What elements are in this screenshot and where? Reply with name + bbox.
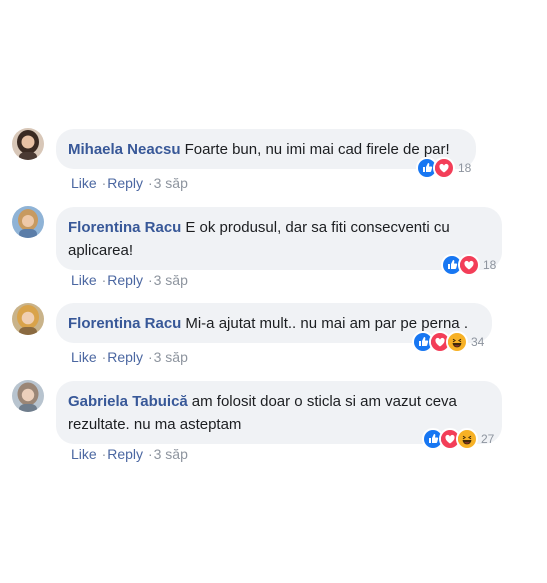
comment-text: Foarte bun, nu imi mai cad firele de par… xyxy=(184,141,450,158)
timestamp[interactable]: 3 săp xyxy=(154,175,188,191)
comment-bubble: Florentina Racu E ok produsul, dar sa fit… xyxy=(56,207,502,270)
comment-actions: Like ·Reply ·3 săp xyxy=(71,446,188,462)
haha-icon xyxy=(456,428,478,450)
reaction-count: 34 xyxy=(471,335,485,349)
comment-bubble: Mihaela Neacsu Foarte bun, nu imi mai cad… xyxy=(56,129,476,169)
comment-actions: Like ·Reply ·3 săp xyxy=(71,349,188,365)
reaction-summary[interactable]: 18 xyxy=(441,254,497,276)
reply-button[interactable]: Reply xyxy=(107,272,143,288)
love-icon xyxy=(458,254,480,276)
reply-button[interactable]: Reply xyxy=(107,446,143,462)
haha-icon xyxy=(446,331,468,353)
like-button[interactable]: Like xyxy=(71,175,97,191)
love-icon xyxy=(433,157,455,179)
comment-actions: Like ·Reply ·3 săp xyxy=(71,272,188,288)
comment-author[interactable]: Florentina Racu xyxy=(68,219,181,236)
timestamp[interactable]: 3 săp xyxy=(154,272,188,288)
like-button[interactable]: Like xyxy=(71,349,97,365)
reaction-count: 18 xyxy=(483,258,497,272)
reply-button[interactable]: Reply xyxy=(107,349,143,365)
comment-author[interactable]: Mihaela Neacsu xyxy=(68,141,181,158)
timestamp[interactable]: 3 săp xyxy=(154,349,188,365)
reply-button[interactable]: Reply xyxy=(107,175,143,191)
avatar[interactable] xyxy=(12,128,44,160)
avatar[interactable] xyxy=(12,380,44,412)
comment-text: Mi-a ajutat mult.. nu mai am par pe pern… xyxy=(185,315,468,332)
reaction-count: 27 xyxy=(481,432,495,446)
like-button[interactable]: Like xyxy=(71,272,97,288)
reaction-summary[interactable]: 27 xyxy=(422,428,495,450)
comment-actions: Like ·Reply ·3 săp xyxy=(71,175,188,191)
timestamp[interactable]: 3 săp xyxy=(154,446,188,462)
reaction-summary[interactable]: 18 xyxy=(416,157,472,179)
reaction-summary[interactable]: 34 xyxy=(412,331,485,353)
avatar[interactable] xyxy=(12,303,44,335)
avatar[interactable] xyxy=(12,206,44,238)
reaction-count: 18 xyxy=(458,161,472,175)
like-button[interactable]: Like xyxy=(71,446,97,462)
comment-author[interactable]: Gabriela Tabuică xyxy=(68,393,188,410)
comment-author[interactable]: Florentina Racu xyxy=(68,315,181,332)
